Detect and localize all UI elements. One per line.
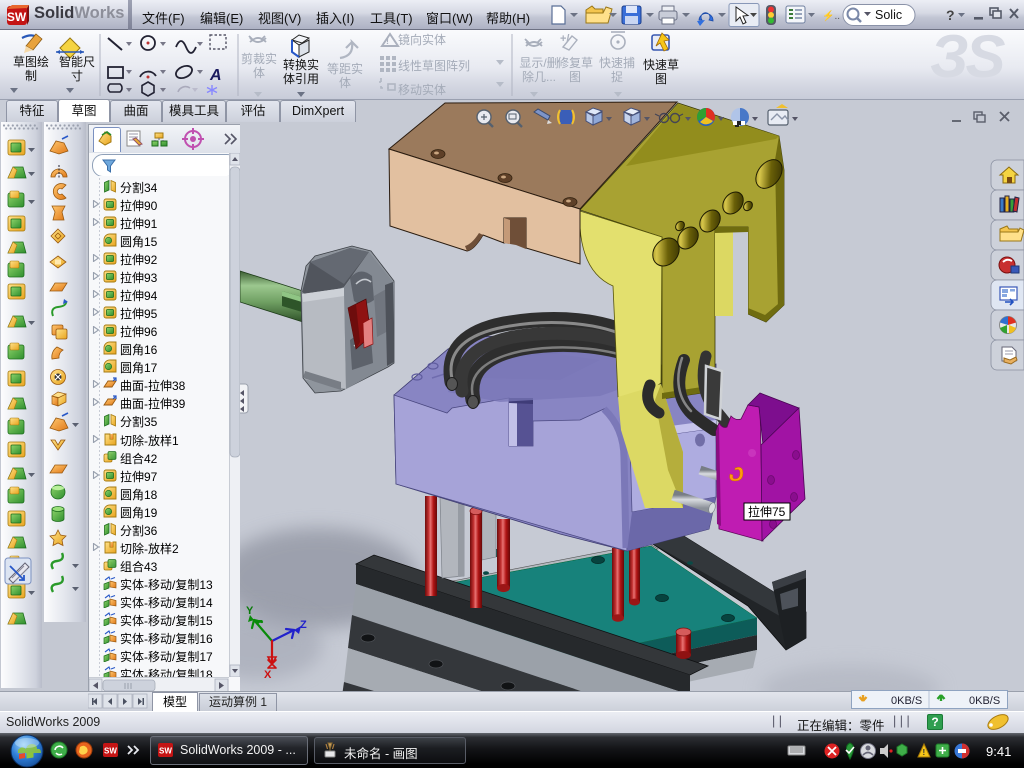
svg-text:SW: SW <box>104 747 117 756</box>
svg-text:Z: Z <box>300 619 307 631</box>
svg-text:0KB/S: 0KB/S <box>891 695 922 707</box>
svg-text:A: A <box>209 67 222 84</box>
svg-text:+/: +/ <box>560 33 569 45</box>
svg-text:!: ! <box>923 748 926 757</box>
svg-text:Solic: Solic <box>875 8 902 22</box>
svg-text:SW: SW <box>159 747 172 756</box>
svg-text:?: ? <box>946 7 955 23</box>
svg-text:9:41: 9:41 <box>986 744 1011 759</box>
svg-text:SW: SW <box>7 10 27 24</box>
svg-text:⚡..: ⚡.. <box>822 9 840 22</box>
svg-text:0KB/S: 0KB/S <box>969 695 1000 707</box>
svg-text:拉伸75: 拉伸75 <box>748 504 786 519</box>
svg-text:X: X <box>264 669 272 681</box>
svg-text:Y: Y <box>246 605 254 617</box>
svg-text:!: ! <box>386 36 389 46</box>
